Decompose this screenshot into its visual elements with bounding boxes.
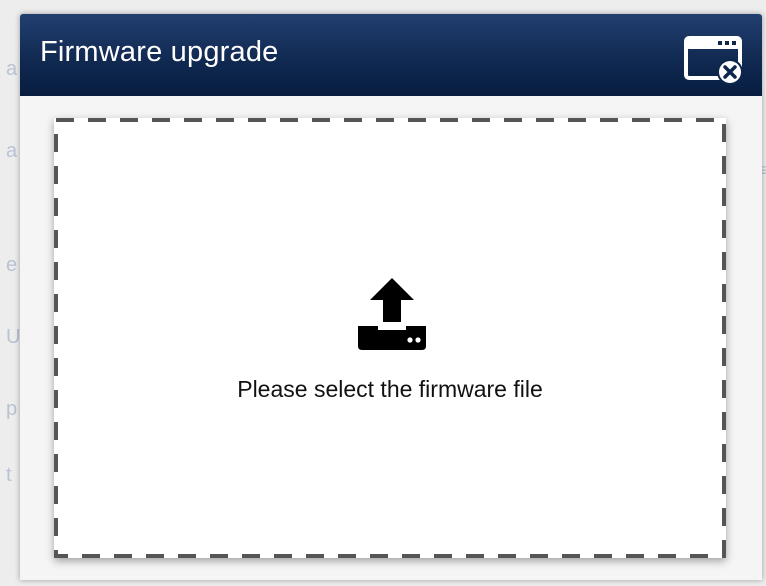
close-window-icon	[684, 36, 743, 85]
background-text-fragment: a	[6, 58, 18, 80]
upload-tray-icon	[358, 278, 426, 350]
firmware-file-drop-zone[interactable]: Please select the firmware file	[54, 118, 726, 558]
dialog-title: Firmware upgrade	[40, 36, 279, 68]
background-text-fragment: t	[6, 464, 12, 486]
dialog-header: Firmware upgrade	[20, 14, 762, 96]
close-button[interactable]	[684, 34, 746, 86]
firmware-upgrade-dialog: Firmware upgrade Please select the firmw…	[20, 14, 762, 580]
drop-zone-label: Please select the firmware file	[237, 376, 543, 402]
background-text-fragment: U	[6, 326, 21, 348]
background-text-fragment: a	[6, 140, 18, 162]
background-text-fragment: e	[6, 254, 18, 276]
background-text-fragment: p	[6, 398, 18, 420]
